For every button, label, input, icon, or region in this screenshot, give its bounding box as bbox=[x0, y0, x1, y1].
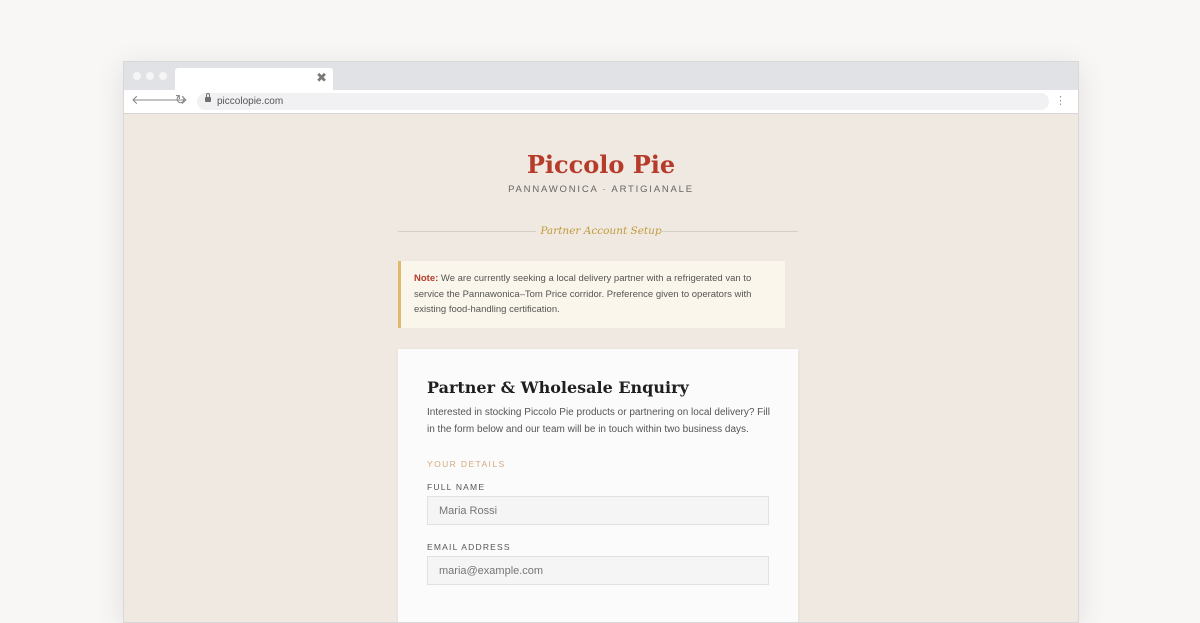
email-input[interactable] bbox=[427, 556, 769, 585]
url-text: piccolopie.com bbox=[217, 96, 284, 107]
page-viewport: Piccolo Pie PANNAWONICA · ARTIGIANALE Pa… bbox=[124, 114, 1078, 622]
url-field[interactable]: piccolopie.com bbox=[197, 93, 1049, 110]
divider-right bbox=[660, 231, 798, 232]
window-control-close[interactable] bbox=[133, 72, 141, 80]
form-title: Partner & Wholesale Enquiry bbox=[427, 378, 689, 397]
section-heading: Partner Account Setup bbox=[540, 225, 662, 237]
full-name-label: FULL NAME bbox=[427, 482, 486, 492]
tab-bar: ✖ bbox=[124, 62, 1078, 90]
browser-tab[interactable]: ✖ bbox=[175, 68, 333, 90]
lock-icon bbox=[205, 93, 211, 102]
browser-menu-icon[interactable]: ⋮ bbox=[1055, 94, 1066, 108]
window-control-maximize[interactable] bbox=[159, 72, 167, 80]
close-tab-icon[interactable]: ✖ bbox=[316, 71, 327, 87]
reload-icon[interactable]: ↻ bbox=[175, 92, 186, 110]
notice-label: Note: bbox=[414, 273, 439, 284]
form-description: Interested in stocking Piccolo Pie produ… bbox=[427, 407, 770, 435]
window-control-minimize[interactable] bbox=[146, 72, 154, 80]
email-label: EMAIL ADDRESS bbox=[427, 542, 511, 552]
browser-window: ✖ 🡐 🡒 ↻ piccolopie.com ⋮ Piccolo Pie PAN… bbox=[123, 61, 1079, 623]
notice-text: We are currently seeking a local deliver… bbox=[414, 273, 752, 315]
brand-title: Piccolo Pie bbox=[526, 150, 676, 179]
address-bar: 🡐 🡒 ↻ piccolopie.com ⋮ bbox=[124, 90, 1078, 114]
fieldset-label: YOUR DETAILS bbox=[427, 459, 506, 469]
brand-tagline: PANNAWONICA · ARTIGIANALE bbox=[508, 184, 694, 195]
full-name-input[interactable] bbox=[427, 496, 769, 525]
enquiry-form-card: Partner & Wholesale Enquiry Interested i… bbox=[398, 349, 798, 622]
notice-box: Note: We are currently seeking a local d… bbox=[398, 261, 785, 328]
